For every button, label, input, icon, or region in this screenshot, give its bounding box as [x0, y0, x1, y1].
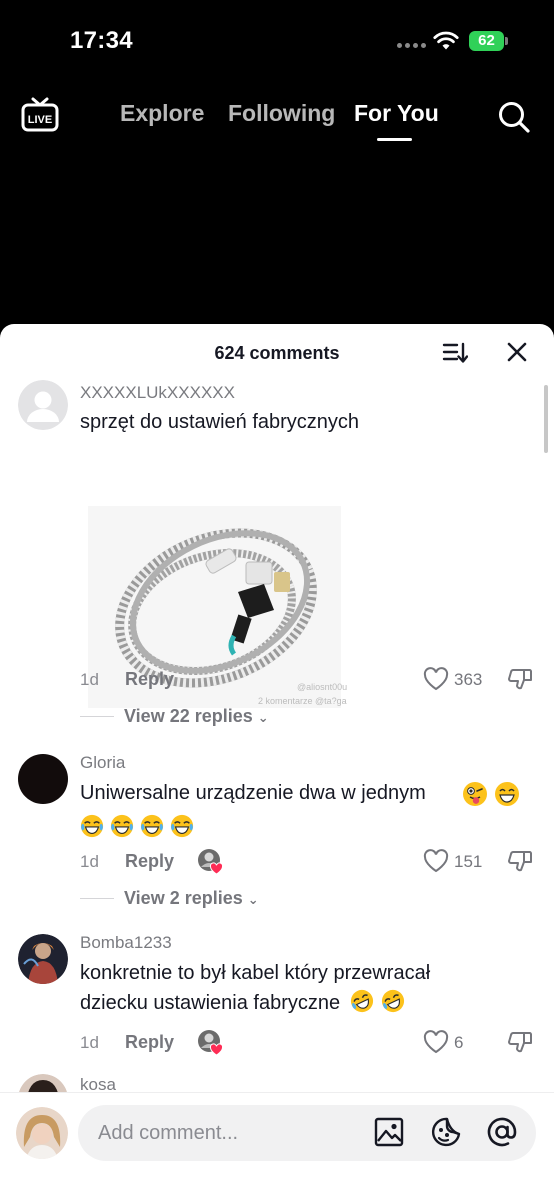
reply-button[interactable]: Reply: [125, 1032, 174, 1053]
like-count: 151: [454, 852, 483, 871]
comment-input-bar: [0, 1092, 554, 1200]
like-count: 6: [454, 1033, 464, 1052]
chevron-down-icon: ⌄: [257, 710, 269, 725]
status-time: 17:34: [70, 27, 133, 54]
comments-sheet: 624 comments XXXXXLUkXXXXXX sprzęt do us…: [0, 324, 554, 1200]
sort-icon[interactable]: [442, 341, 468, 365]
like-count: 363: [454, 670, 483, 689]
status-bar: 17:34 62: [0, 0, 554, 80]
comment-time: 1d: [80, 670, 99, 689]
comment-time: 1d: [80, 852, 99, 871]
cellular-signal-icon: [397, 43, 426, 48]
dislike-icon[interactable]: [507, 1029, 533, 1055]
reply-button[interactable]: Reply: [125, 669, 174, 690]
comment-time: 1d: [80, 1033, 99, 1052]
tears-of-joy-emoji-icon: [110, 814, 134, 838]
live-label: LIVE: [28, 114, 52, 126]
comment-text-body: konkretnie to był kabel który przewracał…: [80, 962, 431, 1014]
tab-following[interactable]: Following: [228, 100, 335, 127]
comments-count-title: 624 comments: [214, 343, 340, 363]
comment-input[interactable]: [98, 1105, 368, 1161]
live-icon[interactable]: LIVE: [21, 96, 59, 132]
scrollbar[interactable]: [544, 385, 548, 453]
comment-field[interactable]: [78, 1105, 536, 1161]
comment-text: sprzęt do ustawień fabrycznych: [80, 411, 360, 433]
rolling-laughing-emoji-icon: [350, 989, 373, 1013]
heart-icon[interactable]: [423, 1030, 449, 1054]
comment-username[interactable]: Bomba1233: [80, 933, 172, 953]
battery-level: 62: [469, 31, 504, 51]
comment-username[interactable]: XXXXXLUkXXXXXX: [80, 383, 235, 403]
top-nav: LIVE Explore Following For You: [0, 86, 554, 146]
battery-indicator: 62: [469, 31, 509, 51]
my-avatar[interactable]: [16, 1107, 68, 1159]
tears-of-joy-emoji-icon: [170, 814, 194, 838]
chevron-down-icon: ⌄: [247, 892, 259, 907]
emoji-icon[interactable]: [430, 1116, 462, 1148]
heart-icon[interactable]: [423, 667, 449, 691]
image-watermark: @aliosnt00u: [297, 682, 348, 692]
tab-for-you[interactable]: For You: [354, 100, 439, 127]
comment-text: Uniwersalne urządzenie dwa w jednym: [80, 782, 426, 804]
reply-button[interactable]: Reply: [125, 851, 174, 872]
emoji-row: [80, 814, 194, 838]
active-tab-indicator: [377, 138, 412, 141]
comment-text: konkretnie to był kabel który przewracał…: [80, 958, 500, 1018]
tears-of-joy-emoji-icon: [80, 814, 104, 838]
search-icon[interactable]: [497, 100, 531, 134]
divider: [80, 898, 114, 899]
winking-tongue-emoji-icon: [463, 782, 487, 806]
rolling-laughing-emoji-icon: [382, 989, 405, 1013]
tab-explore[interactable]: Explore: [120, 100, 204, 127]
view-replies-button[interactable]: View 2 replies ⌄: [124, 888, 259, 909]
view-replies-label: View 2 replies: [124, 888, 243, 908]
heart-icon[interactable]: [423, 849, 449, 873]
close-icon[interactable]: [506, 341, 528, 363]
divider: [80, 716, 114, 717]
avatar[interactable]: [18, 934, 68, 984]
avatar[interactable]: [18, 380, 68, 430]
wifi-icon: [433, 31, 459, 50]
dislike-icon[interactable]: [507, 666, 533, 692]
creator-liked-badge-icon: [198, 1030, 224, 1056]
mention-icon[interactable]: [486, 1116, 518, 1148]
grinning-emoji-icon: [495, 782, 519, 806]
image-watermark: 2 komentarze @ta?ga: [258, 696, 347, 706]
dislike-icon[interactable]: [507, 848, 533, 874]
image-icon[interactable]: [374, 1117, 404, 1147]
comment-username[interactable]: Gloria: [80, 753, 125, 773]
avatar[interactable]: [18, 754, 68, 804]
tears-of-joy-emoji-icon: [140, 814, 164, 838]
view-replies-label: View 22 replies: [124, 706, 253, 726]
creator-liked-badge-icon: [198, 849, 224, 875]
view-replies-button[interactable]: View 22 replies ⌄: [124, 706, 269, 727]
